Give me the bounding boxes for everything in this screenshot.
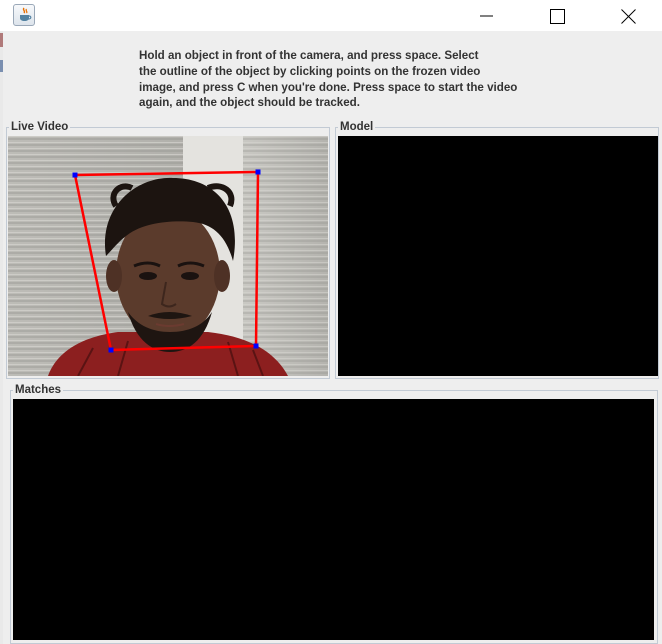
camera-frame — [8, 136, 328, 376]
matches-title: Matches — [13, 383, 64, 397]
left-edge-strip — [0, 0, 3, 644]
title-bar[interactable] — [0, 0, 662, 31]
minimize-icon — [480, 15, 493, 17]
maximize-icon — [550, 9, 565, 24]
model-title: Model — [338, 120, 376, 134]
outline-point — [255, 169, 261, 175]
outline-point — [72, 172, 78, 178]
java-cup-icon[interactable] — [13, 4, 35, 26]
outline-point — [108, 347, 114, 353]
close-button[interactable] — [605, 0, 651, 31]
live-video-title: Live Video — [9, 120, 71, 134]
maximize-button[interactable] — [534, 0, 580, 31]
live-video-view[interactable] — [8, 136, 328, 376]
close-icon — [621, 9, 636, 24]
model-view — [338, 136, 658, 376]
outline-point — [253, 343, 259, 349]
minimize-button[interactable] — [464, 0, 510, 31]
matches-view — [13, 399, 654, 640]
app-window: Hold an object in front of the camera, a… — [0, 0, 662, 644]
instructions-text: Hold an object in front of the camera, a… — [139, 49, 518, 110]
